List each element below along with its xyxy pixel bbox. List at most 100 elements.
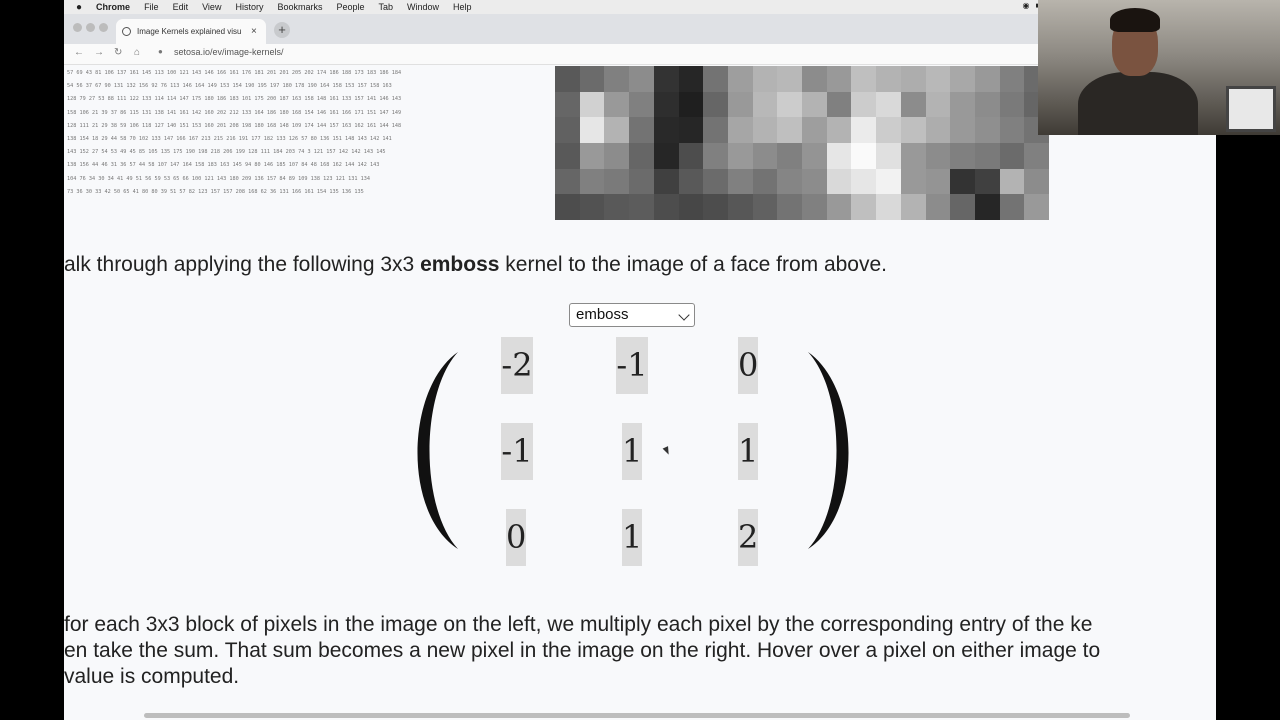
image-pixel[interactable] — [703, 117, 728, 143]
image-pixel[interactable] — [826, 117, 852, 143]
horizontal-scrollbar[interactable] — [144, 713, 1130, 718]
image-pixel[interactable] — [727, 194, 753, 220]
image-pixel[interactable] — [851, 142, 877, 169]
kernel-cell[interactable]: 0 — [738, 337, 758, 394]
face-pixel-image[interactable] — [555, 66, 1049, 220]
image-pixel[interactable] — [777, 168, 802, 195]
image-pixel[interactable] — [876, 66, 901, 92]
image-pixel[interactable] — [900, 194, 926, 220]
maximize-window-icon[interactable] — [99, 23, 108, 32]
image-pixel[interactable] — [826, 91, 852, 118]
image-pixel[interactable] — [579, 91, 605, 118]
image-pixel[interactable] — [653, 142, 679, 169]
image-pixel[interactable] — [653, 91, 679, 118]
image-pixel[interactable] — [950, 66, 975, 92]
image-pixel[interactable] — [678, 91, 704, 118]
image-pixel[interactable] — [678, 168, 704, 195]
image-pixel[interactable] — [777, 142, 802, 169]
image-pixel[interactable] — [925, 168, 951, 195]
image-pixel[interactable] — [752, 142, 778, 169]
image-pixel[interactable] — [555, 117, 580, 143]
image-pixel[interactable] — [802, 91, 827, 118]
image-pixel[interactable] — [876, 117, 901, 143]
image-pixel[interactable] — [678, 117, 704, 143]
close-tab-icon[interactable]: × — [251, 26, 257, 37]
forward-icon[interactable]: → — [94, 47, 104, 58]
image-pixel[interactable] — [1024, 194, 1049, 220]
kernel-cell[interactable]: 1 — [622, 509, 642, 566]
image-pixel[interactable] — [653, 168, 679, 195]
image-pixel[interactable] — [555, 91, 580, 118]
image-pixel[interactable] — [579, 168, 605, 195]
menu-view[interactable]: View — [202, 2, 221, 12]
menu-edit[interactable]: Edit — [173, 2, 189, 12]
kernel-cell[interactable]: 1 — [622, 423, 642, 480]
image-pixel[interactable] — [876, 142, 901, 169]
image-pixel[interactable] — [876, 168, 901, 195]
image-pixel[interactable] — [974, 142, 1000, 169]
image-pixel[interactable] — [727, 66, 753, 92]
back-icon[interactable]: ← — [74, 47, 84, 58]
image-pixel[interactable] — [678, 66, 704, 92]
image-pixel[interactable] — [826, 142, 852, 169]
image-pixel[interactable] — [950, 117, 975, 143]
image-pixel[interactable] — [900, 91, 926, 118]
image-pixel[interactable] — [999, 66, 1025, 92]
image-pixel[interactable] — [925, 117, 951, 143]
image-pixel[interactable] — [999, 142, 1025, 169]
image-pixel[interactable] — [555, 194, 580, 220]
kernel-select[interactable]: emboss — [569, 303, 695, 327]
image-pixel[interactable] — [703, 142, 728, 169]
pixel-values-grid[interactable]: 57 69 43 81 106 137 161 145 113 100 121 … — [64, 65, 504, 220]
image-pixel[interactable] — [777, 91, 802, 118]
image-pixel[interactable] — [752, 66, 778, 92]
image-pixel[interactable] — [999, 117, 1025, 143]
image-pixel[interactable] — [900, 142, 926, 169]
image-pixel[interactable] — [777, 66, 802, 92]
image-pixel[interactable] — [802, 168, 827, 195]
image-pixel[interactable] — [851, 117, 877, 143]
image-pixel[interactable] — [629, 91, 654, 118]
image-pixel[interactable] — [826, 194, 852, 220]
image-pixel[interactable] — [703, 91, 728, 118]
image-pixel[interactable] — [604, 168, 630, 195]
image-pixel[interactable] — [727, 168, 753, 195]
image-pixel[interactable] — [974, 117, 1000, 143]
image-pixel[interactable] — [876, 91, 901, 118]
menu-tab[interactable]: Tab — [379, 2, 394, 12]
home-icon[interactable]: ⌂ — [134, 47, 140, 58]
record-icon[interactable]: ◉ — [1022, 1, 1029, 11]
image-pixel[interactable] — [653, 117, 679, 143]
menu-help[interactable]: Help — [453, 2, 472, 12]
image-pixel[interactable] — [925, 91, 951, 118]
image-pixel[interactable] — [629, 66, 654, 92]
image-pixel[interactable] — [851, 194, 877, 220]
kernel-cell[interactable]: 0 — [506, 509, 526, 566]
kernel-cell[interactable]: 1 — [738, 423, 758, 480]
new-tab-button[interactable]: + — [274, 22, 290, 38]
image-pixel[interactable] — [727, 91, 753, 118]
image-pixel[interactable] — [555, 168, 580, 195]
image-pixel[interactable] — [999, 91, 1025, 118]
image-pixel[interactable] — [876, 194, 901, 220]
image-pixel[interactable] — [999, 168, 1025, 195]
image-pixel[interactable] — [1024, 142, 1049, 169]
image-pixel[interactable] — [950, 168, 975, 195]
image-pixel[interactable] — [950, 142, 975, 169]
image-pixel[interactable] — [629, 168, 654, 195]
image-pixel[interactable] — [604, 142, 630, 169]
image-pixel[interactable] — [629, 117, 654, 143]
image-pixel[interactable] — [703, 66, 728, 92]
image-pixel[interactable] — [604, 194, 630, 220]
image-pixel[interactable] — [653, 66, 679, 92]
menu-window[interactable]: Window — [407, 2, 439, 12]
apple-icon[interactable]: ● — [76, 2, 82, 13]
image-pixel[interactable] — [678, 194, 704, 220]
reload-icon[interactable]: ↻ — [114, 47, 122, 58]
image-pixel[interactable] — [900, 66, 926, 92]
image-pixel[interactable] — [579, 194, 605, 220]
menu-people[interactable]: People — [336, 2, 364, 12]
url-field[interactable]: setosa.io/ev/image-kernels/ — [174, 47, 284, 57]
image-pixel[interactable] — [579, 142, 605, 169]
image-pixel[interactable] — [802, 66, 827, 92]
